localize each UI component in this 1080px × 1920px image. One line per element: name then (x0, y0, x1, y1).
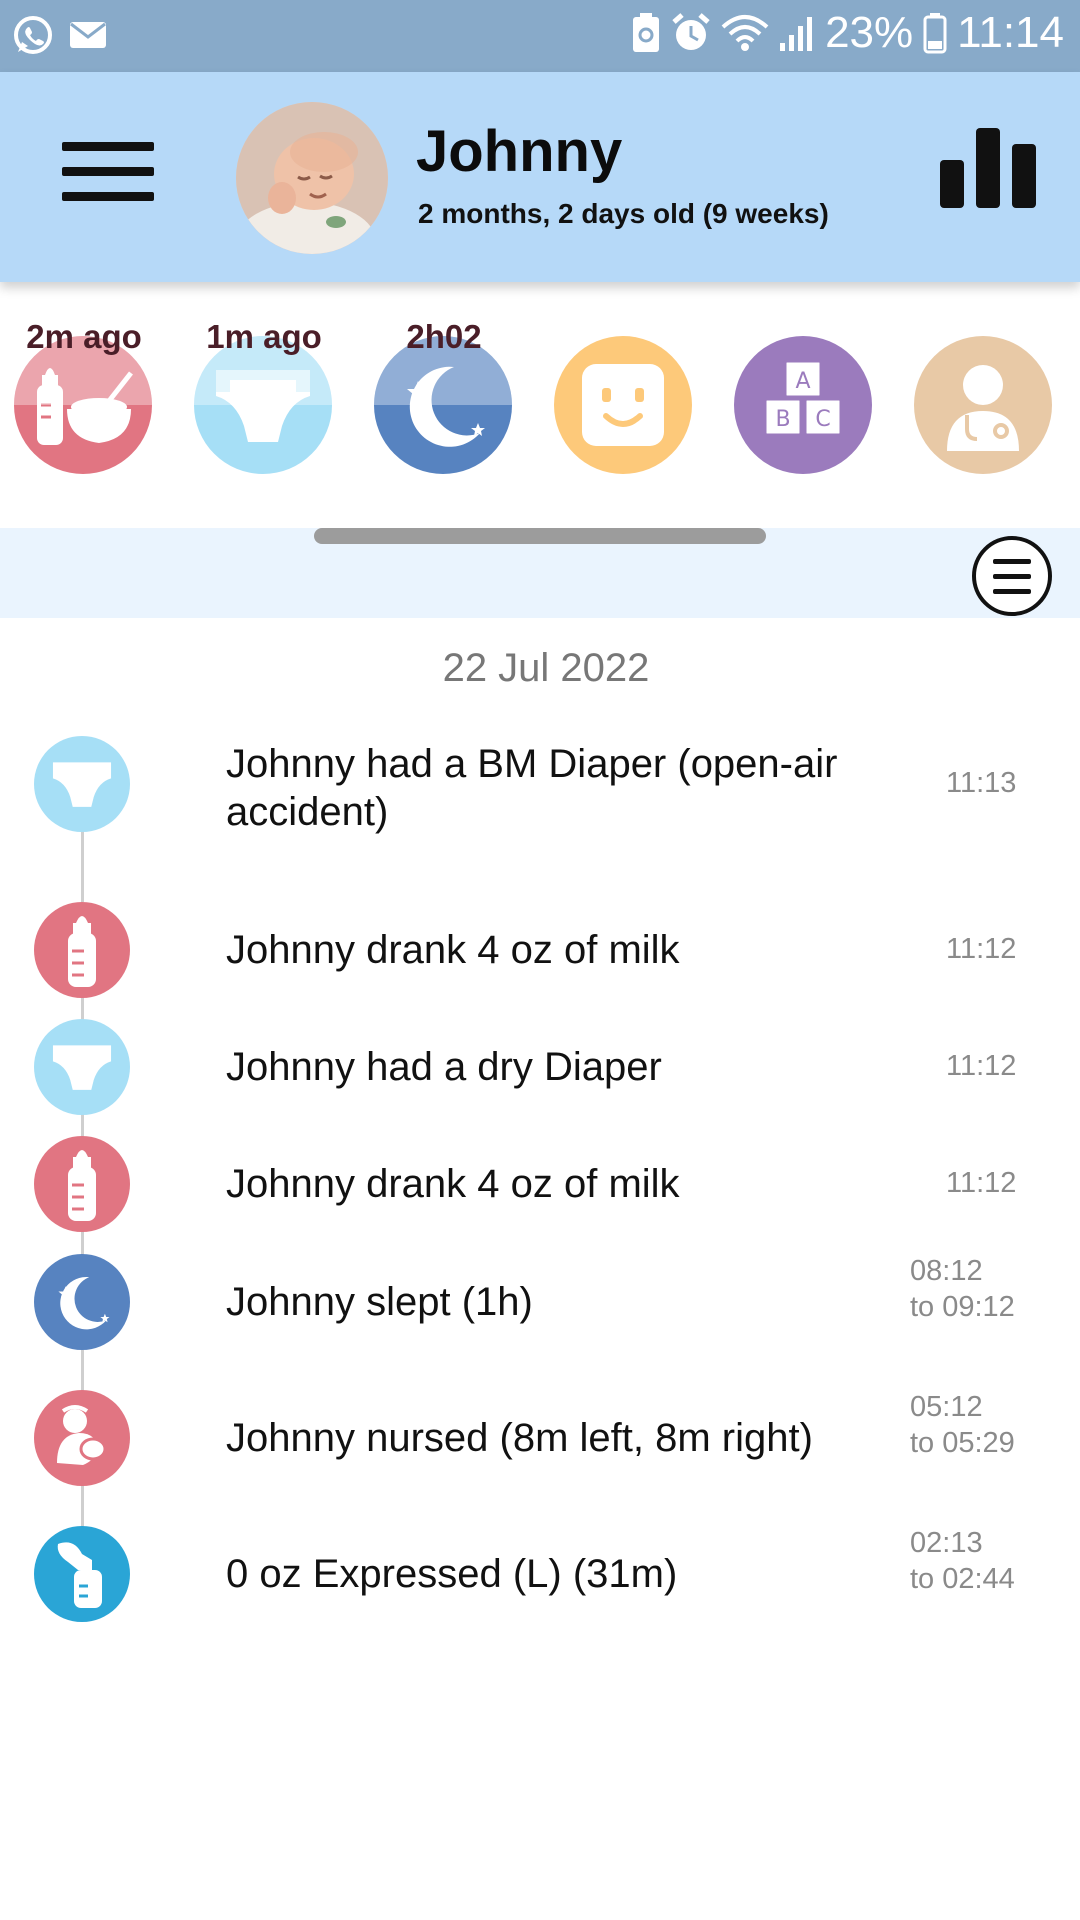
entry-text: Johnny had a BM Diaper (open-air acciden… (226, 742, 838, 834)
diaper-last-time: 1m ago (206, 318, 322, 355)
sleep-duration: 2h02 (406, 318, 482, 355)
entry-time: 08:12 (910, 1255, 983, 1287)
entry-text: Johnny nursed (8m left, 8m right) (226, 1416, 813, 1460)
baby-name[interactable]: Johnny (416, 118, 622, 185)
entry-time: 11:12 (946, 933, 1017, 965)
quick-action-diaper[interactable]: 1m ago (194, 318, 334, 474)
entry-time: 11:12 (946, 1167, 1017, 1199)
nursing-icon (34, 1390, 130, 1486)
timeline-date: 22 Jul 2022 (442, 646, 650, 690)
baby-age: 2 months, 2 days old (9 weeks) (418, 198, 829, 229)
entry-text: 0 oz Expressed (L) (31m) (226, 1552, 678, 1596)
avatar[interactable] (236, 102, 388, 254)
entry-text: Johnny slept (1h) (226, 1280, 533, 1324)
smiley-icon (582, 364, 664, 446)
entry-time-end: to 05:29 (910, 1427, 1015, 1459)
battery-icon (923, 12, 947, 54)
quick-action-mood[interactable] (554, 318, 694, 474)
diaper-icon (34, 736, 130, 832)
list-toolbar (0, 528, 1080, 618)
clock: 11:14 (957, 8, 1064, 57)
whatsapp-icon (12, 14, 54, 56)
signal-icon (779, 13, 815, 53)
svg-text:C: C (815, 407, 830, 432)
wifi-icon (721, 13, 769, 53)
abc-blocks-icon: A B C (763, 359, 843, 437)
feeding-last-time: 2m ago (26, 318, 142, 355)
battery-saver-icon (631, 12, 661, 54)
quick-action-health[interactable] (914, 318, 1054, 474)
diaper-icon (34, 1019, 130, 1115)
svg-text:B: B (775, 407, 790, 432)
entry-text: Johnny drank 4 oz of milk (226, 928, 680, 972)
stats-icon[interactable] (938, 124, 1038, 210)
entry-time: 11:12 (946, 1050, 1017, 1082)
entry-time-end: to 09:12 (910, 1291, 1015, 1323)
breast-pump-icon (34, 1526, 130, 1622)
scroll-handle[interactable] (314, 528, 766, 544)
mail-icon (68, 20, 108, 50)
quick-actions: 2m ago 1m ago 2h02 A B C (0, 300, 1080, 506)
list-menu-button[interactable] (972, 536, 1052, 616)
quick-action-activities[interactable]: A B C (734, 318, 874, 474)
svg-text:A: A (795, 369, 810, 394)
header: Johnny 2 months, 2 days old (9 weeks) (0, 72, 1080, 282)
entry-text: Johnny drank 4 oz of milk (226, 1162, 680, 1206)
entry-time: 05:12 (910, 1391, 983, 1423)
entry-time: 11:13 (946, 767, 1017, 799)
moon-stars-icon (34, 1254, 130, 1350)
status-bar: 23% 11:14 (0, 0, 1080, 72)
entry-time: 02:13 (910, 1527, 983, 1559)
entry-time-end: to 02:44 (910, 1563, 1015, 1595)
baby-photo-icon (236, 102, 388, 254)
bottle-icon (34, 902, 130, 998)
alarm-icon (671, 12, 711, 54)
doctor-icon (947, 365, 1019, 451)
bottle-icon (34, 1136, 130, 1232)
battery-percent: 23% (825, 8, 914, 57)
hamburger-menu-button[interactable] (62, 130, 154, 210)
quick-action-sleep[interactable]: 2h02 (374, 318, 514, 474)
entry-text: Johnny had a dry Diaper (226, 1045, 662, 1089)
quick-action-feeding[interactable]: 2m ago (14, 318, 154, 474)
